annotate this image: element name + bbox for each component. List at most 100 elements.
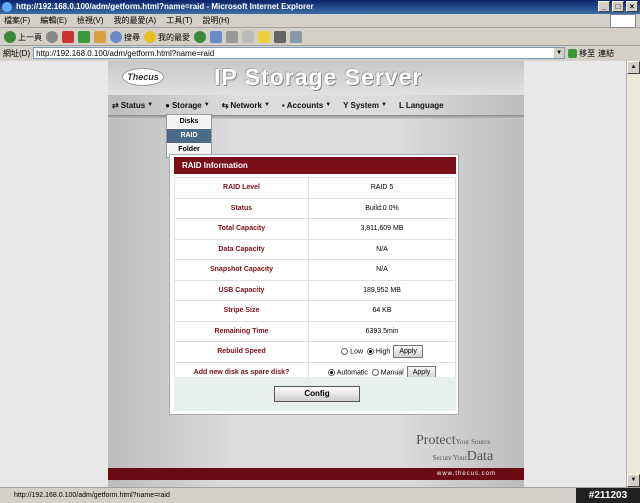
main-nav: ⇄ Status ▼ ● Storage ▼ ⇆ Network ▼ ▪ Accounts ▼ … — [108, 97, 524, 113]
minimize-button[interactable]: _ — [598, 1, 610, 12]
language-icon: L — [398, 100, 404, 110]
footer-bar: www.thecus.com — [108, 468, 524, 480]
nav-storage[interactable]: ● Storage ▼ — [165, 101, 210, 110]
chevron-down-icon: ▼ — [203, 102, 210, 108]
chevron-down-icon[interactable]: ▼ — [554, 48, 565, 58]
scroll-down-icon[interactable]: ▼ — [627, 474, 640, 487]
browser-toolbar: 上一頁 搜尋 我的最愛 — [0, 29, 640, 46]
row-label: Remaining Time — [174, 320, 309, 342]
menu-edit[interactable]: 編輯(E) — [40, 14, 67, 27]
network-icon: ⇆ — [221, 100, 229, 110]
folder-icon[interactable] — [258, 31, 270, 43]
table-row: Remaining Time 6393.5min — [174, 320, 456, 342]
mail-icon[interactable] — [210, 31, 222, 43]
address-label: 網址(D) — [3, 48, 31, 58]
scroll-up-icon[interactable]: ▲ — [627, 61, 640, 74]
row-label: RAID Level — [174, 177, 309, 199]
row-value: 6393.5min — [308, 320, 456, 342]
row-label: Snapshot Capacity — [174, 259, 309, 281]
search-button[interactable]: 搜尋 — [110, 31, 140, 43]
media-icon[interactable] — [194, 31, 206, 43]
row-label: Data Capacity — [174, 238, 309, 260]
rebuild-speed-label: Rebuild Speed — [174, 341, 309, 363]
windows-logo-icon — [610, 14, 636, 28]
tool-icon[interactable] — [274, 31, 286, 43]
chevron-down-icon: ▼ — [263, 102, 270, 108]
print-icon[interactable] — [226, 31, 238, 43]
back-arrow-icon — [4, 31, 16, 43]
menu-help[interactable]: 說明(H) — [202, 14, 229, 27]
spare-manual-radio[interactable] — [371, 368, 379, 376]
spare-automatic-radio[interactable] — [327, 368, 335, 376]
table-row: Status Build:0.0% — [174, 197, 456, 219]
nav-language[interactable]: L Language — [399, 101, 444, 110]
close-button[interactable]: × — [626, 1, 638, 12]
nav-network[interactable]: ⇆ Network ▼ — [222, 101, 270, 110]
table-row: Snapshot Capacity N/A — [174, 259, 456, 281]
brand-title: IP Storage Server — [214, 64, 423, 90]
status-icon: ⇄ — [112, 100, 119, 110]
disk-icon: ● — [165, 100, 170, 110]
maximize-button[interactable]: □ — [612, 1, 624, 12]
row-value: Build:0.0% — [308, 197, 456, 219]
banner: Thecus IP Storage Server — [108, 61, 524, 95]
go-button[interactable]: 移至 — [568, 48, 595, 59]
row-value: 64 KB — [308, 300, 456, 322]
menu-favorites[interactable]: 我的最愛(A) — [114, 14, 157, 27]
menu-view[interactable]: 檢視(V) — [77, 14, 104, 27]
nav-system[interactable]: Y System ▼ — [343, 101, 387, 110]
address-bar: 網址(D) http://192.168.0.100/adm/getform.h… — [0, 46, 640, 60]
status-text: http://192.168.0.100/adm/getform.html?na… — [14, 492, 170, 499]
rebuild-high-radio[interactable] — [366, 348, 374, 356]
menu-item-disks[interactable]: Disks — [167, 115, 211, 129]
row-label: Total Capacity — [174, 218, 309, 240]
storage-dropdown: Disks RAID Folder — [166, 114, 212, 158]
raid-info-panel: RAID Information RAID Level RAID 5 Status… — [169, 154, 459, 415]
nav-accounts[interactable]: ▪ Accounts ▼ — [282, 101, 331, 110]
chevron-down-icon: ▼ — [147, 102, 154, 108]
edit-icon[interactable] — [242, 31, 254, 43]
menu-tools[interactable]: 工具(T) — [166, 14, 192, 27]
watermark: #211203 — [576, 488, 640, 503]
refresh-icon[interactable] — [78, 31, 90, 43]
row-value: N/A — [308, 238, 456, 260]
menu-item-raid[interactable]: RAID — [167, 129, 211, 143]
protect-slogan: ProtectYour Source Secure YourData — [416, 433, 494, 464]
stop-icon[interactable] — [62, 31, 74, 43]
search-icon — [110, 31, 122, 43]
table-row: USB Capacity 189,952 MB — [174, 279, 456, 301]
nav-status[interactable]: ⇄ Status ▼ — [112, 101, 153, 110]
vertical-scrollbar[interactable]: ▲ ▼ — [626, 61, 640, 487]
rebuild-low-radio[interactable] — [341, 348, 349, 356]
window-title: http://192.168.0.100/adm/getform.html?na… — [16, 2, 314, 11]
star-icon — [144, 31, 156, 43]
back-button[interactable]: 上一頁 — [4, 31, 42, 43]
table-row: Data Capacity N/A — [174, 238, 456, 260]
links-button[interactable]: 連結 — [598, 48, 614, 59]
row-label: Status — [174, 197, 309, 219]
table-row: Total Capacity 3,811,609 MB — [174, 218, 456, 240]
messenger-icon[interactable] — [290, 31, 302, 43]
config-button[interactable]: Config — [274, 386, 360, 402]
forward-icon[interactable] — [46, 31, 58, 43]
home-icon[interactable] — [94, 31, 106, 43]
table-row: Stripe Size 64 KB — [174, 300, 456, 322]
status-bar: http://192.168.0.100/adm/getform.html?na… — [0, 487, 640, 503]
row-value: 3,811,609 MB — [308, 218, 456, 240]
favorites-button[interactable]: 我的最愛 — [144, 31, 190, 43]
window-titlebar: http://192.168.0.100/adm/getform.html?na… — [0, 0, 640, 14]
page-viewport: Thecus IP Storage Server ⇄ Status ▼ ● Stora… — [0, 61, 626, 487]
rebuild-apply-button[interactable]: Apply — [393, 345, 423, 359]
row-value: N/A — [308, 259, 456, 281]
rebuild-speed-row: Rebuild Speed Low High Apply — [174, 341, 456, 363]
chevron-down-icon: ▼ — [380, 102, 387, 108]
nas-page: Thecus IP Storage Server ⇄ Status ▼ ● Stora… — [108, 61, 524, 487]
rebuild-speed-controls: Low High Apply — [308, 341, 456, 363]
table-row: RAID Level RAID 5 — [174, 177, 456, 199]
menu-file[interactable]: 檔案(F) — [4, 14, 30, 27]
go-arrow-icon — [568, 48, 578, 58]
menubar: 檔案(F) 編輯(E) 檢視(V) 我的最愛(A) 工具(T) 說明(H) — [0, 14, 640, 28]
address-input[interactable]: http://192.168.0.100/adm/getform.html?na… — [33, 47, 566, 59]
panel-footer: Config — [174, 377, 456, 411]
chevron-down-icon: ▼ — [325, 102, 332, 108]
